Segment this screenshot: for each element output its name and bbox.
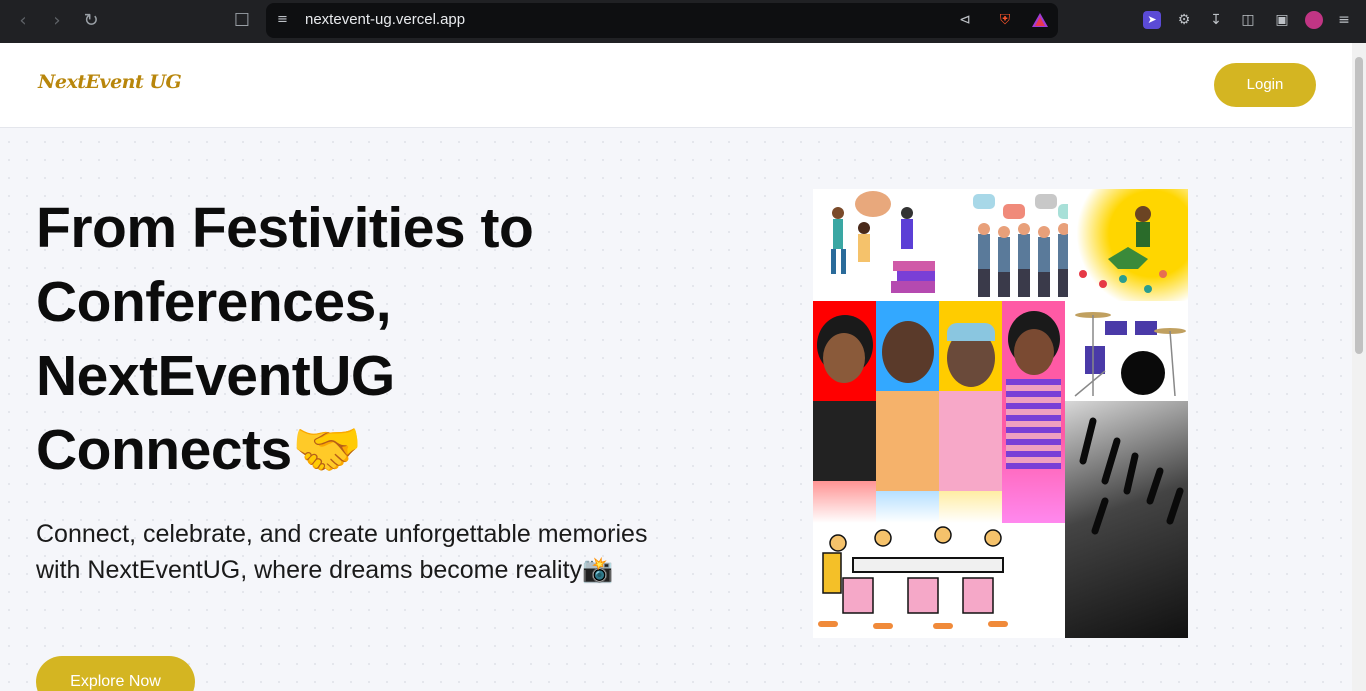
wallet-icon[interactable]: ▣	[1273, 11, 1291, 29]
hero-collage-image	[813, 189, 1188, 638]
scrollbar-thumb[interactable]	[1355, 57, 1363, 354]
hero-subtitle: Connect, celebrate, and create unforgett…	[36, 520, 648, 584]
forward-icon[interactable]: ›	[45, 9, 69, 33]
menu-icon[interactable]: ≡	[1335, 11, 1353, 29]
url-text[interactable]: nextevent-ug.vercel.app	[305, 11, 465, 28]
brave-rewards-icon[interactable]	[1031, 11, 1049, 29]
office-meeting-illustration	[813, 523, 1023, 638]
share-icon[interactable]: ⊲	[956, 11, 974, 29]
man-smiling-portrait	[876, 301, 939, 523]
page-scrollbar[interactable]	[1352, 43, 1366, 691]
address-bar[interactable]: ≡ nextevent-ug.vercel.app ⊲ ⛨	[266, 3, 1058, 38]
woman-smiling-portrait	[1002, 301, 1065, 523]
hero-headline: From Festivities to Conferences, NextEve…	[36, 196, 534, 482]
browser-toolbar: ‹ › ↻ ☐ ≡ nextevent-ug.vercel.app ⊲ ⛨ ➤ …	[0, 0, 1366, 43]
site-logo[interactable]: NextEvent UG	[38, 71, 182, 93]
man-with-cap-portrait	[939, 301, 1002, 523]
profile-icon[interactable]	[1305, 11, 1323, 29]
bookmark-icon[interactable]: ☐	[230, 9, 254, 33]
site-navbar: NextEvent UG Login	[0, 43, 1352, 128]
site-info-icon[interactable]: ≡	[277, 12, 293, 28]
reload-icon[interactable]: ↻	[79, 9, 103, 33]
explore-now-button[interactable]: Explore Now	[36, 656, 195, 691]
concert-crowd-photo	[1065, 401, 1188, 638]
page: NextEvent UG Login From Festivities to C…	[0, 43, 1352, 691]
drum-kit-illustration	[1065, 301, 1188, 401]
people-collaborating-illustration	[813, 189, 938, 301]
woman-laughing-portrait	[813, 301, 876, 523]
sidebar-icon[interactable]: ◫	[1239, 11, 1257, 29]
login-button[interactable]: Login	[1214, 63, 1316, 107]
download-icon[interactable]: ↧	[1207, 11, 1225, 29]
music-notes-illustration	[1068, 189, 1188, 301]
rocket-extension-icon[interactable]: ➤	[1143, 11, 1161, 29]
brave-shields-icon[interactable]: ⛨	[996, 11, 1014, 29]
extensions-icon[interactable]: ⚙	[1175, 11, 1193, 29]
back-icon[interactable]: ‹	[11, 9, 35, 33]
